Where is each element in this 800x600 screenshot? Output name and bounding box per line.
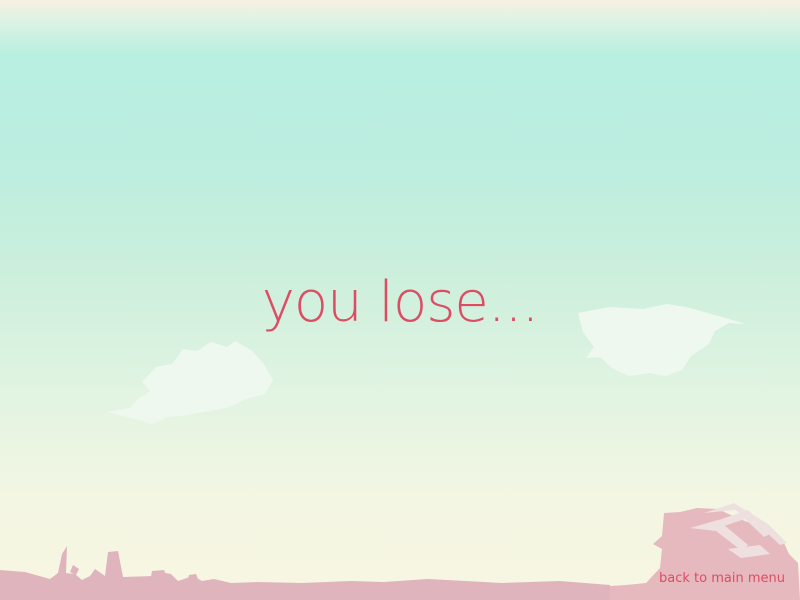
game-over-screen: you lose... back to main menu xyxy=(0,0,800,600)
back-to-main-menu-link[interactable]: back to main menu xyxy=(659,571,785,587)
game-over-title: you lose... xyxy=(261,270,540,335)
left-cloud-icon xyxy=(106,341,273,424)
